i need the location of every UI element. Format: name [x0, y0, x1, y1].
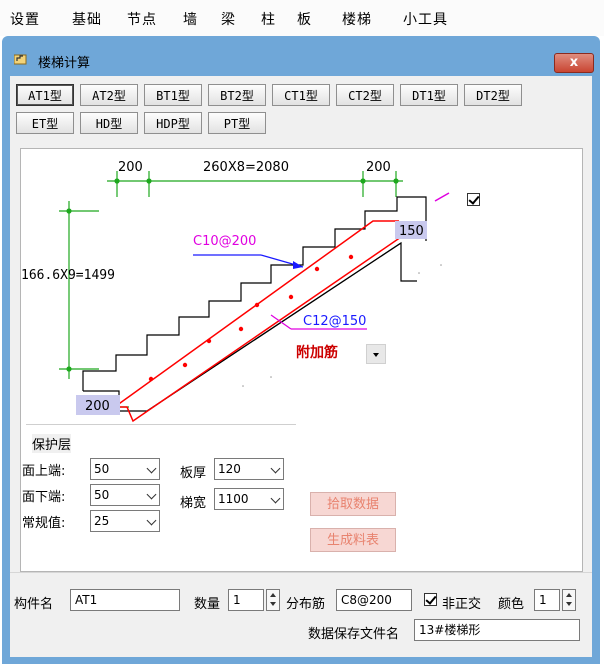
cover-top-value: 50 — [94, 462, 110, 476]
window-title: 楼梯计算 — [38, 56, 91, 71]
menu-item-stair[interactable]: 楼梯 — [342, 9, 372, 29]
quantity-input[interactable]: 1 — [228, 589, 264, 611]
cover-normal-value: 25 — [94, 514, 110, 528]
protection-group-label: 保护层 — [32, 434, 72, 453]
quantity-stepper[interactable] — [266, 589, 280, 611]
cover-top-select[interactable]: 50 — [90, 458, 160, 480]
top-anchor — [434, 192, 450, 202]
non-orthogonal-label: 非正交 — [442, 597, 482, 612]
type-button-hdp[interactable]: HDP型 — [144, 112, 202, 134]
menu-item-column[interactable]: 柱 — [261, 9, 276, 29]
rebar-bottom-label: C12@150 — [303, 314, 366, 329]
type-button-bt1[interactable]: BT1型 — [144, 84, 202, 106]
menu-item-slab[interactable]: 板 — [297, 9, 312, 29]
slab-thickness-value: 120 — [218, 462, 241, 476]
distribution-rebar-label: 分布筋 — [286, 597, 326, 612]
menu-item-node[interactable]: 节点 — [127, 9, 157, 29]
quantity-label: 数量 — [194, 597, 221, 612]
slab-thickness-label: 板厚 — [180, 466, 207, 481]
component-name-label: 构件名 — [14, 597, 54, 612]
distribution-rebar-input[interactable]: C8@200 — [336, 589, 412, 611]
non-orthogonal-checkbox[interactable] — [424, 593, 437, 606]
component-name-input[interactable]: AT1 — [70, 589, 180, 611]
dim-height-label: 166.6X9=1499 — [21, 268, 115, 283]
extra-rebar-label: 附加筋 — [296, 344, 338, 361]
chevron-down-icon — [146, 489, 157, 500]
menu-item-wall[interactable]: 墙 — [183, 9, 198, 29]
stair-calc-window: 楼梯计算 x AT1型 AT2型 BT1型 BT2型 CT1型 CT2型 DT1… — [2, 36, 600, 664]
type-button-dt2[interactable]: DT2型 — [464, 84, 522, 106]
diagram-checkbox[interactable] — [467, 193, 480, 206]
dim-middle-label: 260X8=2080 — [203, 160, 289, 175]
slab-thickness-select[interactable]: 120 — [214, 458, 284, 480]
type-button-ct1[interactable]: CT1型 — [272, 84, 330, 106]
type-button-at2[interactable]: AT2型 — [80, 84, 138, 106]
menu-item-beam[interactable]: 梁 — [221, 9, 236, 29]
dim-right-label: 200 — [366, 160, 391, 175]
menu-item-basic[interactable]: 基础 — [72, 9, 102, 29]
cover-top-label: 面上端: — [22, 464, 66, 479]
menu-item-tools[interactable]: 小工具 — [403, 9, 448, 29]
type-button-hd[interactable]: HD型 — [80, 112, 138, 134]
cover-bottom-select[interactable]: 50 — [90, 484, 160, 506]
menu-bar: 设置 基础 节点 墙 梁 柱 板 楼梯 小工具 — [0, 0, 604, 36]
bottom-bar: 构件名 AT1 数量 1 分布筋 C8@200 非正交 颜色 1 数据保存文件名… — [10, 572, 592, 657]
right-thickness-label: 150 — [399, 224, 424, 239]
save-filename-input[interactable]: 13#楼梯形 — [414, 619, 580, 641]
chevron-down-icon — [270, 463, 281, 474]
color-label: 颜色 — [498, 597, 525, 612]
type-button-ct2[interactable]: CT2型 — [336, 84, 394, 106]
chevron-down-icon — [146, 463, 157, 474]
left-thickness-label: 200 — [85, 399, 110, 414]
stair-width-label: 梯宽 — [180, 496, 207, 511]
color-input[interactable]: 1 — [534, 589, 560, 611]
cover-bottom-label: 面下端: — [22, 490, 66, 505]
type-button-dt1[interactable]: DT1型 — [400, 84, 458, 106]
close-button[interactable]: x — [554, 53, 594, 73]
cover-normal-label: 常规值: — [22, 516, 66, 531]
extra-rebar-dropdown[interactable] — [366, 344, 386, 364]
app-icon — [14, 54, 27, 65]
cover-bottom-value: 50 — [94, 488, 110, 502]
chevron-down-icon — [270, 493, 281, 504]
dim-left-label: 200 — [118, 160, 143, 175]
type-button-pt[interactable]: PT型 — [208, 112, 266, 134]
rebar-top-label: C10@200 — [193, 234, 256, 249]
title-bar: 楼梯计算 x — [2, 36, 600, 76]
stair-width-select[interactable]: 1100 — [214, 488, 284, 510]
type-button-at1[interactable]: AT1型 — [16, 84, 74, 106]
client-area: AT1型 AT2型 BT1型 BT2型 CT1型 CT2型 DT1型 DT2型 … — [10, 76, 592, 656]
save-filename-label: 数据保存文件名 — [308, 627, 400, 642]
stair-outline-bottom — [83, 241, 417, 412]
menu-item-settings[interactable]: 设置 — [10, 9, 40, 29]
generate-sheet-button[interactable]: 生成料表 — [310, 528, 396, 552]
stair-width-value: 1100 — [218, 492, 249, 506]
cover-normal-select[interactable]: 25 — [90, 510, 160, 532]
color-stepper[interactable] — [562, 589, 576, 611]
type-button-et[interactable]: ET型 — [16, 112, 74, 134]
pick-data-button[interactable]: 拾取数据 — [310, 492, 396, 516]
type-button-bt2[interactable]: BT2型 — [208, 84, 266, 106]
chevron-down-icon — [146, 515, 157, 526]
